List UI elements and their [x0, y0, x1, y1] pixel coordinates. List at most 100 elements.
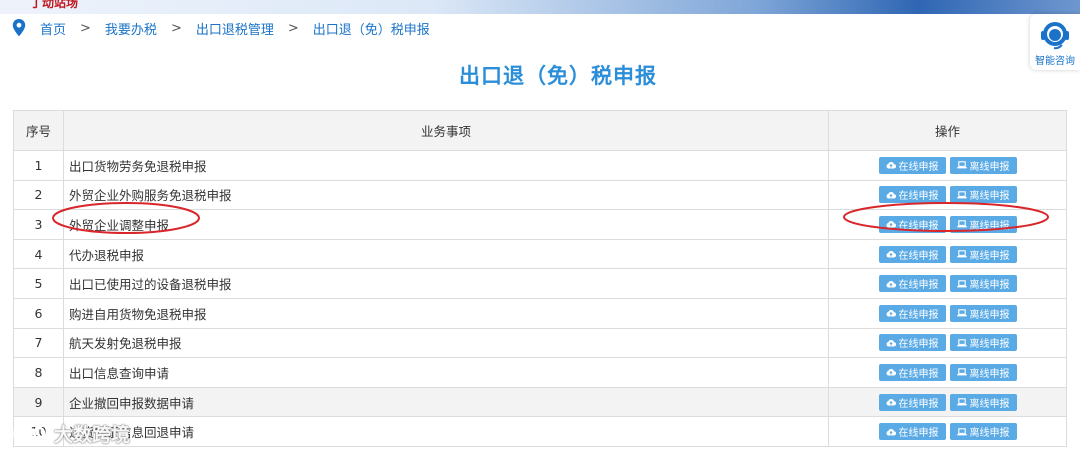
laptop-icon: [956, 191, 967, 199]
table-row: 4 代办退税申报 在线申报 离线申报: [13, 238, 1067, 270]
online-declare-label: 在线申报: [898, 339, 939, 351]
offline-declare-label: 离线申报: [969, 220, 1010, 232]
table-row: 7 航天发射免退税申报 在线申报 离线申报: [13, 327, 1067, 359]
breadcrumb-separator: >: [80, 20, 91, 36]
row-index: 7: [13, 327, 64, 359]
online-declare-button[interactable]: 在线申报: [878, 363, 946, 381]
row-actions: 在线申报 离线申报: [828, 150, 1067, 181]
row-actions: 在线申报 离线申报: [828, 386, 1067, 418]
online-declare-label: 在线申报: [898, 250, 939, 262]
table-header-row: 序号 业务事项 操作: [13, 110, 1067, 151]
customer-service-icon: [1041, 22, 1069, 50]
row-item-name: 航天发射免退税申报: [63, 327, 829, 359]
row-item-name: 出口已使用过的设备退税申报: [63, 268, 829, 299]
row-index: 3: [13, 209, 64, 240]
laptop-icon: [956, 220, 967, 228]
cloud-upload-icon: [886, 399, 896, 406]
watermark-text: 大数跨境: [54, 424, 131, 446]
laptop-icon: [956, 161, 967, 169]
laptop-icon: [956, 368, 967, 376]
row-actions: 在线申报 离线申报: [828, 297, 1067, 329]
cloud-upload-icon: [886, 310, 896, 317]
header-index: 序号: [13, 110, 64, 151]
table-row: 2 外贸企业外购服务免退税申报 在线申报 离线申报: [13, 179, 1067, 211]
row-item-name: 企业撤回申报数据申请: [63, 386, 829, 418]
offline-declare-button[interactable]: 离线申报: [949, 245, 1017, 263]
header-ops: 操作: [828, 110, 1067, 151]
cloud-upload-icon: [886, 369, 896, 376]
offline-declare-button[interactable]: 离线申报: [949, 186, 1017, 204]
online-declare-button[interactable]: 在线申报: [878, 186, 946, 204]
page-title: 出口退（免）税申报: [459, 64, 657, 88]
offline-declare-label: 离线申报: [969, 250, 1010, 262]
breadcrumb-current[interactable]: 出口退（免）税申报: [313, 19, 430, 38]
offline-declare-button[interactable]: 离线申报: [949, 363, 1017, 381]
location-pin-icon: [12, 19, 26, 37]
row-index: 9: [13, 386, 64, 418]
offline-declare-button[interactable]: 离线申报: [949, 304, 1017, 322]
header-item: 业务事项: [63, 110, 829, 151]
row-index: 4: [13, 238, 64, 270]
offline-declare-label: 离线申报: [969, 191, 1010, 203]
cloud-upload-icon: [886, 428, 896, 436]
laptop-icon: [956, 279, 967, 288]
offline-declare-button[interactable]: 离线申报: [949, 215, 1017, 233]
row-actions: 在线申报 离线申报: [828, 179, 1067, 211]
online-declare-label: 在线申报: [898, 368, 939, 380]
table-row: 5 出口已使用过的设备退税申报 在线申报 离线申报: [13, 268, 1067, 299]
row-actions: 在线申报 离线申报: [828, 416, 1067, 447]
site-logo: 丁动站场: [30, 0, 79, 10]
row-index: 8: [13, 357, 64, 388]
offline-declare-label: 离线申报: [969, 339, 1010, 351]
laptop-icon: [956, 339, 967, 347]
breadcrumb-export-refund[interactable]: 出口退税管理: [196, 19, 274, 38]
watermark-logo-icon: [13, 426, 46, 441]
cloud-upload-icon: [886, 251, 896, 258]
online-declare-button[interactable]: 在线申报: [878, 156, 946, 174]
offline-declare-label: 离线申报: [969, 161, 1010, 173]
breadcrumb-tax-services[interactable]: 我要办税: [105, 19, 157, 38]
offline-declare-button[interactable]: 离线申报: [949, 334, 1017, 352]
online-declare-label: 在线申报: [898, 191, 939, 203]
offline-declare-button[interactable]: 离线申报: [949, 393, 1017, 411]
row-index: 5: [13, 268, 64, 299]
offline-declare-label: 离线申报: [969, 368, 1010, 380]
breadcrumb-separator: >: [287, 20, 299, 36]
online-declare-button[interactable]: 在线申报: [878, 245, 946, 263]
laptop-icon: [956, 309, 967, 317]
offline-declare-label: 离线申报: [969, 280, 1010, 292]
cloud-upload-icon: [886, 339, 896, 347]
laptop-icon: [956, 250, 967, 258]
online-declare-button[interactable]: 在线申报: [878, 423, 946, 441]
online-declare-label: 在线申报: [898, 309, 939, 321]
online-declare-button[interactable]: 在线申报: [878, 304, 946, 322]
offline-declare-button[interactable]: 离线申报: [949, 423, 1017, 441]
cloud-upload-icon: [886, 191, 896, 199]
cloud-upload-icon: [886, 162, 896, 169]
declaration-table: 序号 业务事项 操作 1 出口货物劳务免退税申报 在线申报 离线申报 2 外贸企业外购服务…: [13, 110, 1067, 447]
offline-declare-button[interactable]: 离线申报: [949, 156, 1017, 174]
online-declare-label: 在线申报: [898, 428, 939, 440]
table-row: 9 企业撤回申报数据申请 在线申报 离线申报: [13, 386, 1067, 418]
row-item-name: 出口货物劳务免退税申报: [63, 150, 829, 181]
offline-declare-label: 离线申报: [969, 309, 1010, 321]
offline-declare-button[interactable]: 离线申报: [949, 275, 1017, 293]
table-row: 1 出口货物劳务免退税申报 在线申报 离线申报: [13, 150, 1067, 181]
online-declare-label: 在线申报: [898, 161, 939, 173]
online-declare-button[interactable]: 在线申报: [878, 393, 946, 411]
table-row: 10 进货凭证信息回退申请 在线申报 离线申报: [13, 416, 1067, 447]
online-declare-button[interactable]: 在线申报: [878, 334, 946, 352]
online-declare-button[interactable]: 在线申报: [878, 275, 946, 293]
cloud-upload-icon: [886, 221, 896, 228]
top-banner: 丁动站场: [0, 0, 1080, 14]
online-declare-button[interactable]: 在线申报: [878, 215, 946, 233]
cloud-upload-icon: [886, 280, 896, 288]
breadcrumb-home[interactable]: 首页: [40, 19, 66, 38]
breadcrumb-separator: >: [170, 20, 182, 36]
table-row: 8 出口信息查询申请 在线申报 离线申报: [13, 357, 1067, 388]
online-declare-label: 在线申报: [898, 220, 939, 232]
laptop-icon: [956, 427, 967, 436]
row-actions: 在线申报 离线申报: [828, 357, 1067, 388]
row-item-name: 进货凭证信息回退申请: [63, 416, 829, 447]
row-item-name: 外贸企业调整申报: [63, 209, 829, 240]
